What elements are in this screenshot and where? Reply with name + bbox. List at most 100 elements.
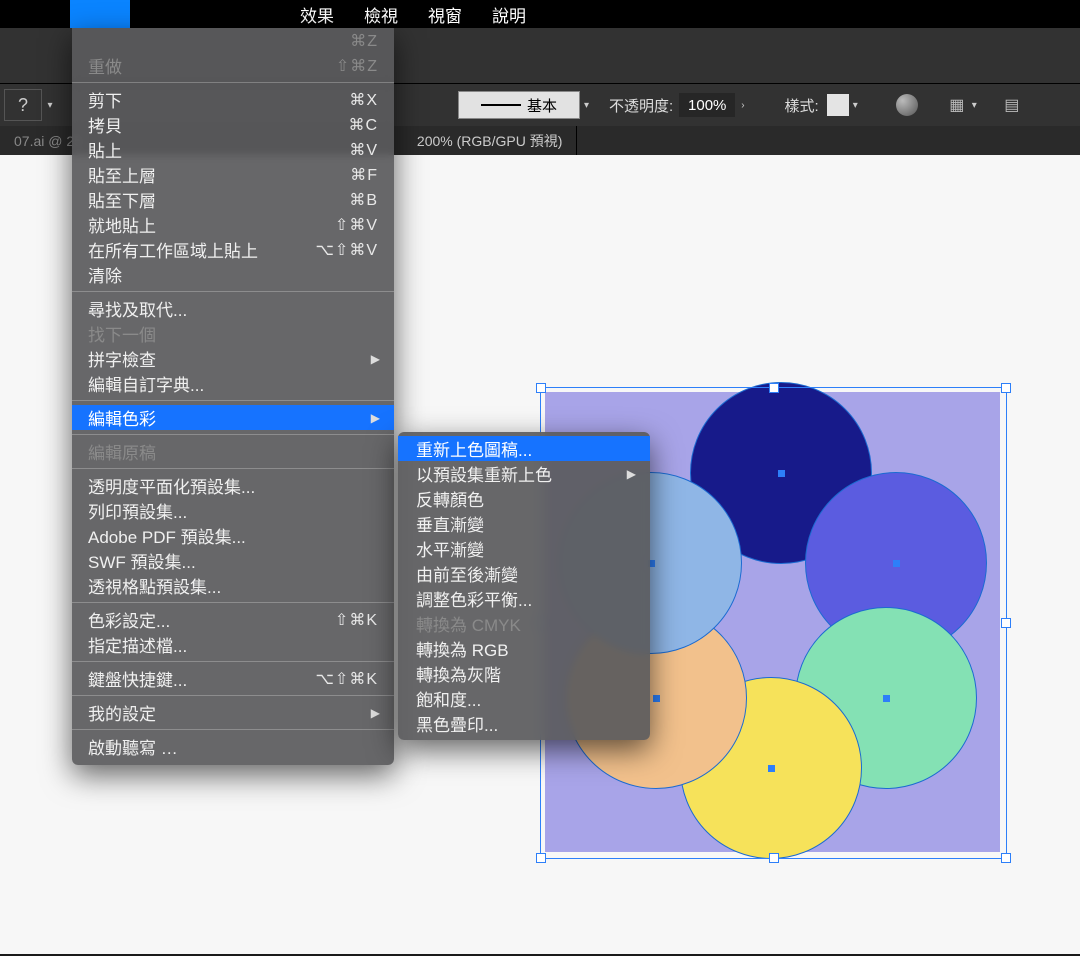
menu-shortcut: ⇧⌘Z: [336, 56, 378, 76]
edit-menu-item-32[interactable]: 我的設定▶: [72, 700, 394, 725]
menu-shortcut: ⌘V: [349, 140, 378, 160]
menu-item-label: 尋找及取代...: [88, 296, 378, 321]
menu-effects[interactable]: 效果: [300, 2, 334, 27]
handle-top-center[interactable]: [769, 383, 779, 393]
edit-menu-item-23[interactable]: Adobe PDF 預設集...: [72, 523, 394, 548]
handle-top-left[interactable]: [536, 383, 546, 393]
doc-tab-active[interactable]: 200% (RGB/GPU 預視): [403, 126, 577, 156]
menu-item-label: Adobe PDF 預設集...: [88, 523, 378, 548]
menu-item-label: 轉換為 CMYK: [416, 611, 521, 636]
edit-menu-sep: [72, 82, 394, 83]
edit-menu-item-28[interactable]: 指定描述檔...: [72, 632, 394, 657]
edit-menu-sep: [72, 602, 394, 603]
style-chevron-icon[interactable]: ▾: [853, 100, 858, 111]
edit-menu-item-15[interactable]: 編輯自訂字典...: [72, 371, 394, 396]
stroke-profile[interactable]: 基本: [458, 91, 580, 119]
edit-menu-item-6[interactable]: 貼至上層 ⌘F: [72, 162, 394, 187]
color-submenu-item-5[interactable]: 水平漸變: [398, 536, 650, 561]
menu-shortcut: ⌘C: [348, 115, 378, 135]
color-submenu-item-11[interactable]: 飽和度...: [398, 686, 650, 711]
menu-item-label: SWF 預設集...: [88, 548, 378, 573]
edit-menu-item-34[interactable]: 啟動聽寫 …: [72, 734, 394, 759]
menu-item-label: 垂直漸變: [416, 511, 484, 536]
color-submenu-item-9[interactable]: 轉換為 RGB: [398, 636, 650, 661]
menu-item-label: 貼上: [88, 137, 337, 162]
opacity-value[interactable]: 100%: [679, 93, 735, 117]
edit-menu-item-22[interactable]: 列印預設集...: [72, 498, 394, 523]
edit-menu-item-10[interactable]: 清除: [72, 262, 394, 287]
opacity-chevron-icon[interactable]: ›: [741, 100, 744, 111]
edit-menu-item-30[interactable]: 鍵盤快捷鍵...⌥⇧⌘K: [72, 666, 394, 691]
menubar-active-highlight: [70, 0, 130, 28]
edit-menu-item-27[interactable]: 色彩設定...⇧⌘K: [72, 607, 394, 632]
menu-view[interactable]: 檢視: [364, 2, 398, 27]
edit-menu-item-12[interactable]: 尋找及取代...: [72, 296, 394, 321]
color-submenu-item-6[interactable]: 由前至後漸變: [398, 561, 650, 586]
color-submenu-item-8: 轉換為 CMYK: [398, 611, 650, 636]
handle-bot-center[interactable]: [769, 853, 779, 863]
edit-menu-sep: [72, 291, 394, 292]
color-submenu-item-0[interactable]: 重新上色圖稿...: [398, 436, 650, 461]
edit-menu-sep: [72, 695, 394, 696]
edit-menu-item-14[interactable]: 拼字檢查▶: [72, 346, 394, 371]
menu-item-label: 透明度平面化預設集...: [88, 473, 378, 498]
menu-help[interactable]: 說明: [492, 2, 526, 27]
menu-item-label: 黑色疊印...: [416, 711, 498, 736]
edit-menu-item-5[interactable]: 貼上 ⌘V: [72, 137, 394, 162]
edit-menu-item-3[interactable]: 剪下⌘X: [72, 87, 394, 112]
menu-item-label: 指定描述檔...: [88, 632, 378, 657]
menu-item-label: 調整色彩平衡...: [416, 586, 532, 611]
color-submenu-item-7[interactable]: 調整色彩平衡...: [398, 586, 650, 611]
edit-menu-item-8[interactable]: 就地貼上⇧⌘V: [72, 212, 394, 237]
handle-mid-right[interactable]: [1001, 618, 1011, 628]
edit-menu-item-0: ⌘Z: [72, 28, 394, 53]
edit-menu-item-13: 找下一個: [72, 321, 394, 346]
edit-menu-item-7[interactable]: 貼至下層⌘B: [72, 187, 394, 212]
edit-menu-item-25[interactable]: 透視格點預設集...: [72, 573, 394, 598]
menu-item-label: 轉換為灰階: [416, 661, 501, 686]
menu-item-label: 貼至下層: [88, 187, 337, 212]
edit-menu-sep: [72, 729, 394, 730]
color-submenu-item-1[interactable]: 以預設集重新上色▶: [398, 461, 650, 486]
edit-menu-item-9[interactable]: 在所有工作區域上貼上⌥⇧⌘V: [72, 237, 394, 262]
submenu-arrow-icon: ▶: [371, 706, 380, 720]
color-submenu-item-10[interactable]: 轉換為灰階: [398, 661, 650, 686]
edit-menu-item-21[interactable]: 透明度平面化預設集...: [72, 473, 394, 498]
edit-menu-sep: [72, 661, 394, 662]
color-submenu-item-12[interactable]: 黑色疊印...: [398, 711, 650, 736]
graphic-style-swatch[interactable]: [827, 94, 849, 116]
menu-item-label: 拼字檢查: [88, 346, 378, 371]
menu-item-label: 拷貝: [88, 112, 336, 137]
help-box-dropdown[interactable]: ▾: [42, 90, 58, 120]
menu-shortcut: ⌘F: [350, 165, 378, 185]
edit-menu: ⌘Z重做⇧⌘Z剪下⌘X拷貝⌘C貼上⌘V貼至上層⌘F貼至下層⌘B就地貼上⇧⌘V在所…: [72, 28, 394, 765]
edit-menu-item-24[interactable]: SWF 預設集...: [72, 548, 394, 573]
align-grid-icon[interactable]: ▦: [946, 94, 968, 116]
menu-item-label: 水平漸變: [416, 536, 484, 561]
handle-bot-right[interactable]: [1001, 853, 1011, 863]
menu-item-label: 飽和度...: [416, 686, 481, 711]
submenu-arrow-icon: ▶: [371, 352, 380, 366]
arrange-panels-icon[interactable]: ▤: [1001, 94, 1023, 116]
menu-item-label: 反轉顏色: [416, 486, 484, 511]
menu-item-label: 啟動聽寫 …: [88, 734, 378, 759]
chevron-down-icon[interactable]: ▾: [584, 100, 589, 111]
handle-bot-left[interactable]: [536, 853, 546, 863]
help-box[interactable]: ?: [4, 89, 42, 121]
menu-item-label: 編輯自訂字典...: [88, 371, 378, 396]
menu-item-label: 剪下: [88, 87, 337, 112]
edit-menu-item-4[interactable]: 拷貝 ⌘C: [72, 112, 394, 137]
recolor-globe-icon[interactable]: [896, 94, 918, 116]
style-label: 樣式:: [785, 95, 819, 116]
handle-top-right[interactable]: [1001, 383, 1011, 393]
align-grid-chevron[interactable]: ▾: [972, 100, 977, 111]
menu-window[interactable]: 視窗: [428, 2, 462, 27]
edit-menu-item-17[interactable]: 編輯色彩▶: [72, 405, 394, 430]
color-submenu-item-4[interactable]: 垂直漸變: [398, 511, 650, 536]
color-submenu-item-3[interactable]: 反轉顏色: [398, 486, 650, 511]
opacity-label: 不透明度:: [609, 95, 673, 116]
menu-item-label: 在所有工作區域上貼上: [88, 237, 303, 262]
menu-item-label: 以預設集重新上色: [416, 461, 552, 486]
menu-item-label: 列印預設集...: [88, 498, 378, 523]
menu-item-label: 貼至上層: [88, 162, 338, 187]
